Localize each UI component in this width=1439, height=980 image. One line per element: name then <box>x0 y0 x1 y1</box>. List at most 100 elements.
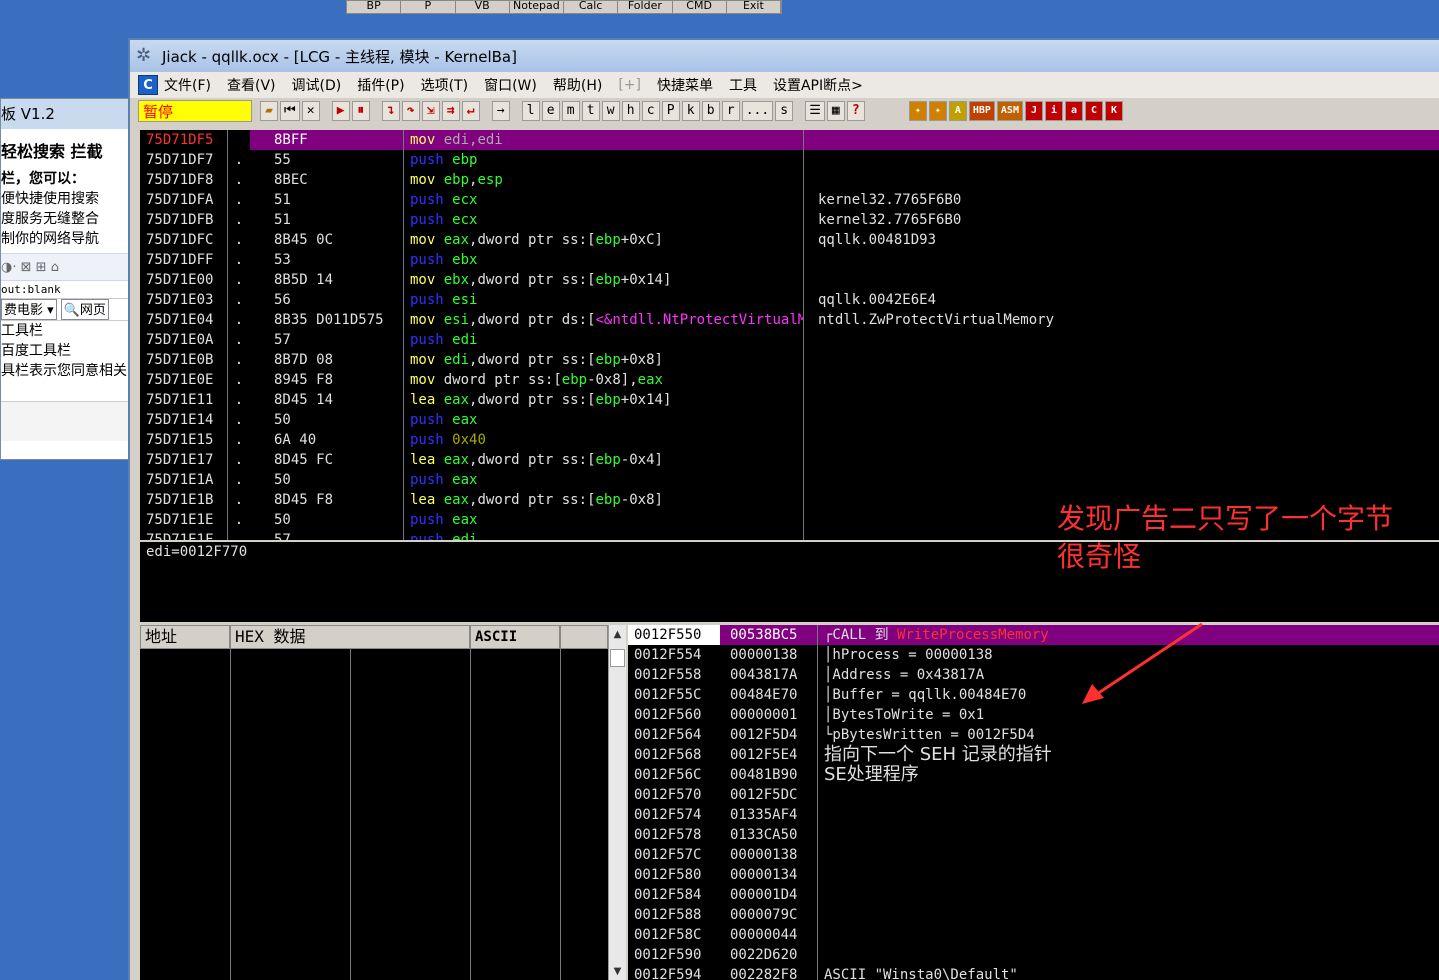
dump-col-hex[interactable]: HEX 数据 <box>230 625 470 649</box>
background-window[interactable]: 板 V1.2 轻松搜索 拦截 栏，您可以： 便快捷使用搜索 度服务无缝整合 制你… <box>0 98 132 460</box>
window-button[interactable]: k <box>681 101 700 121</box>
disassembly-pane[interactable]: 75D71DF5 8BFF mov edi,edi 75D71DF7. 55 push e… <box>140 130 1439 540</box>
plugin-icon-3[interactable]: A <box>948 101 967 121</box>
plugin-button[interactable]: J <box>1024 101 1043 121</box>
stack-row[interactable]: 0012F558 0043817A │Address = 0x43817A <box>628 665 1439 685</box>
disasm-row[interactable]: 75D71E03. 56 push esi qqllk.0042E6E4 <box>140 290 1439 310</box>
quick-button[interactable]: Notepad <box>510 1 564 13</box>
plugin-button[interactable]: a <box>1064 101 1083 121</box>
back-icon[interactable]: ◑ <box>1 260 12 275</box>
disasm-row[interactable]: 75D71E04. 8B35 D011D575 mov esi,dword ptr … <box>140 310 1439 330</box>
window-button[interactable]: c <box>641 101 660 121</box>
menu-item[interactable]: [+] <box>618 77 641 93</box>
run-icon[interactable]: ▶ <box>331 101 350 121</box>
menu-item[interactable]: 工具 <box>729 75 757 95</box>
stack-row[interactable]: 0012F594 002282F8 ASCII "Winsta0\Default" <box>628 965 1439 980</box>
quick-button[interactable]: Folder <box>618 1 673 13</box>
stack-row[interactable]: 0012F560 00000001 │BytesToWrite = 0x1 <box>628 705 1439 725</box>
stack-row[interactable]: 0012F584 000001D4 <box>628 885 1439 905</box>
menu-item[interactable]: 文件(F) <box>164 75 211 95</box>
dump-pane[interactable]: 地址 HEX 数据 ASCII <box>140 625 608 980</box>
print-icon[interactable]: ⊞ <box>36 260 47 275</box>
quick-button[interactable]: P <box>401 1 456 13</box>
window-button[interactable]: s <box>775 101 794 121</box>
menu-item[interactable]: 查看(V) <box>227 75 276 95</box>
close-icon[interactable]: ⊠ <box>21 260 32 275</box>
dump-col-ascii[interactable]: ASCII <box>470 625 560 649</box>
stack-row[interactable]: 0012F578 0133CA50 <box>628 825 1439 845</box>
title-bar[interactable]: ✲ Jiack - qqllk.ocx - [LCG - 主线程, 模块 - K… <box>130 40 1439 72</box>
disasm-row[interactable]: 75D71E14. 50 push eax <box>140 410 1439 430</box>
bg-combo[interactable]: 费电影 ▾ <box>1 299 57 320</box>
stack-row[interactable]: 0012F56C 00481B90 SE处理程序 <box>628 765 1439 785</box>
window-button[interactable]: m <box>561 101 580 121</box>
window-button[interactable]: ... <box>741 101 774 121</box>
quick-button[interactable]: Exit <box>727 1 781 13</box>
stack-row[interactable]: 0012F574 01335AF4 <box>628 805 1439 825</box>
disasm-row[interactable]: 75D71DFC. 8B45 0C mov eax,dword ptr ss:[eb… <box>140 230 1439 250</box>
stack-row[interactable]: 0012F588 0000079C <box>628 905 1439 925</box>
plugin-button[interactable]: i <box>1044 101 1063 121</box>
stack-row[interactable]: 0012F580 00000134 <box>628 865 1439 885</box>
stack-row[interactable]: 0012F57C 00000138 <box>628 845 1439 865</box>
disasm-row[interactable]: 75D71E0E. 8945 F8 mov dword ptr ss:[ebp-0x… <box>140 370 1439 390</box>
dump-body[interactable] <box>140 649 608 980</box>
plugin-icon-1[interactable]: ✦ <box>908 101 927 121</box>
bg-search-button[interactable]: 🔍网页 <box>60 299 109 320</box>
stack-row[interactable]: 0012F564 0012F5D4 └pBytesWritten = 0012F5D… <box>628 725 1439 745</box>
step-into-icon[interactable]: ↴ <box>381 101 400 121</box>
goto-icon[interactable]: → <box>491 101 510 121</box>
menu-item[interactable]: 插件(P) <box>357 75 404 95</box>
window-button[interactable]: r <box>721 101 740 121</box>
pause-icon[interactable]: ⏸ <box>351 101 370 121</box>
disasm-row[interactable]: 75D71E1A. 50 push eax <box>140 470 1439 490</box>
stack-row[interactable]: 0012F568 0012F5E4 指向下一个 SEH 记录的指针 <box>628 745 1439 765</box>
dump-scrollbar[interactable]: ▲ ▼ <box>608 625 626 980</box>
disasm-row[interactable]: 75D71E11. 8D45 14 lea eax,dword ptr ss:[eb… <box>140 390 1439 410</box>
quick-button[interactable]: Calc <box>564 1 619 13</box>
stack-row[interactable]: 0012F554 00000138 │hProcess = 00000138 <box>628 645 1439 665</box>
stack-pane[interactable]: 0012F550 00538BC5 ┌CALL 到 WriteProcessMemo… <box>628 625 1439 980</box>
window-button[interactable]: e <box>541 101 560 121</box>
trace-into-icon[interactable]: ⇲ <box>421 101 440 121</box>
stack-row[interactable]: 0012F550 00538BC5 ┌CALL 到 WriteProcessMemo… <box>628 625 1439 645</box>
stack-row[interactable]: 0012F58C 00000044 <box>628 925 1439 945</box>
scroll-down-icon[interactable]: ▼ <box>609 962 626 980</box>
close-icon[interactable]: ✕ <box>301 101 320 121</box>
home-icon[interactable]: ⌂ <box>51 260 59 275</box>
scroll-up-icon[interactable]: ▲ <box>609 625 626 645</box>
menu-item[interactable]: 调试(D) <box>292 75 342 95</box>
dump-col-address[interactable]: 地址 <box>140 625 230 649</box>
disasm-row[interactable]: 75D71E0A. 57 push edi <box>140 330 1439 350</box>
plugin-button[interactable]: K <box>1104 101 1123 121</box>
disasm-row[interactable]: 75D71DF8. 8BEC mov ebp,esp <box>140 170 1439 190</box>
plugin-icon-2[interactable]: ✦ <box>928 101 947 121</box>
quick-button[interactable]: VB <box>456 1 510 13</box>
window-button[interactable]: P <box>661 101 680 121</box>
menu-item[interactable]: 设置API断点> <box>773 75 863 95</box>
menu-item[interactable]: 帮助(H) <box>553 75 602 95</box>
execute-till-return-icon[interactable]: ↵ <box>461 101 480 121</box>
stack-row[interactable]: 0012F570 0012F5DC <box>628 785 1439 805</box>
bg-address-bar[interactable]: out:blank <box>1 281 131 299</box>
quick-button[interactable]: CMD <box>673 1 727 13</box>
disasm-row[interactable]: 75D71E00. 8B5D 14 mov ebx,dword ptr ss:[eb… <box>140 270 1439 290</box>
window-button[interactable]: l <box>521 101 540 121</box>
menu-item[interactable]: 选项(T) <box>421 75 468 95</box>
cpu-icon[interactable]: C <box>138 75 158 95</box>
open-icon[interactable]: ▰ <box>260 101 278 121</box>
stack-row[interactable]: 0012F55C 00484E70 │Buffer = qqllk.00484E70 <box>628 685 1439 705</box>
scroll-thumb[interactable] <box>610 649 625 667</box>
step-over-icon[interactable]: ↷ <box>401 101 420 121</box>
disasm-row[interactable]: 75D71DFA. 51 push ecx kernel32.7765F6B0 <box>140 190 1439 210</box>
bg-toolbar[interactable]: ◑· ⊠ ⊞ ⌂ <box>1 253 131 281</box>
disasm-row[interactable]: 75D71DF7. 55 push ebp <box>140 150 1439 170</box>
disasm-row[interactable]: 75D71DFF. 53 push ebx <box>140 250 1439 270</box>
window-button[interactable]: t <box>581 101 600 121</box>
window-button[interactable]: b <box>701 101 720 121</box>
disasm-row[interactable]: 75D71DFB. 51 push ecx kernel32.7765F6B0 <box>140 210 1439 230</box>
menu-item[interactable]: 快捷菜单 <box>657 75 713 95</box>
menu-item[interactable]: 窗口(W) <box>484 75 537 95</box>
plugin-button[interactable]: HBP <box>968 101 995 121</box>
disasm-row[interactable]: 75D71E15. 6A 40 push 0x40 <box>140 430 1439 450</box>
